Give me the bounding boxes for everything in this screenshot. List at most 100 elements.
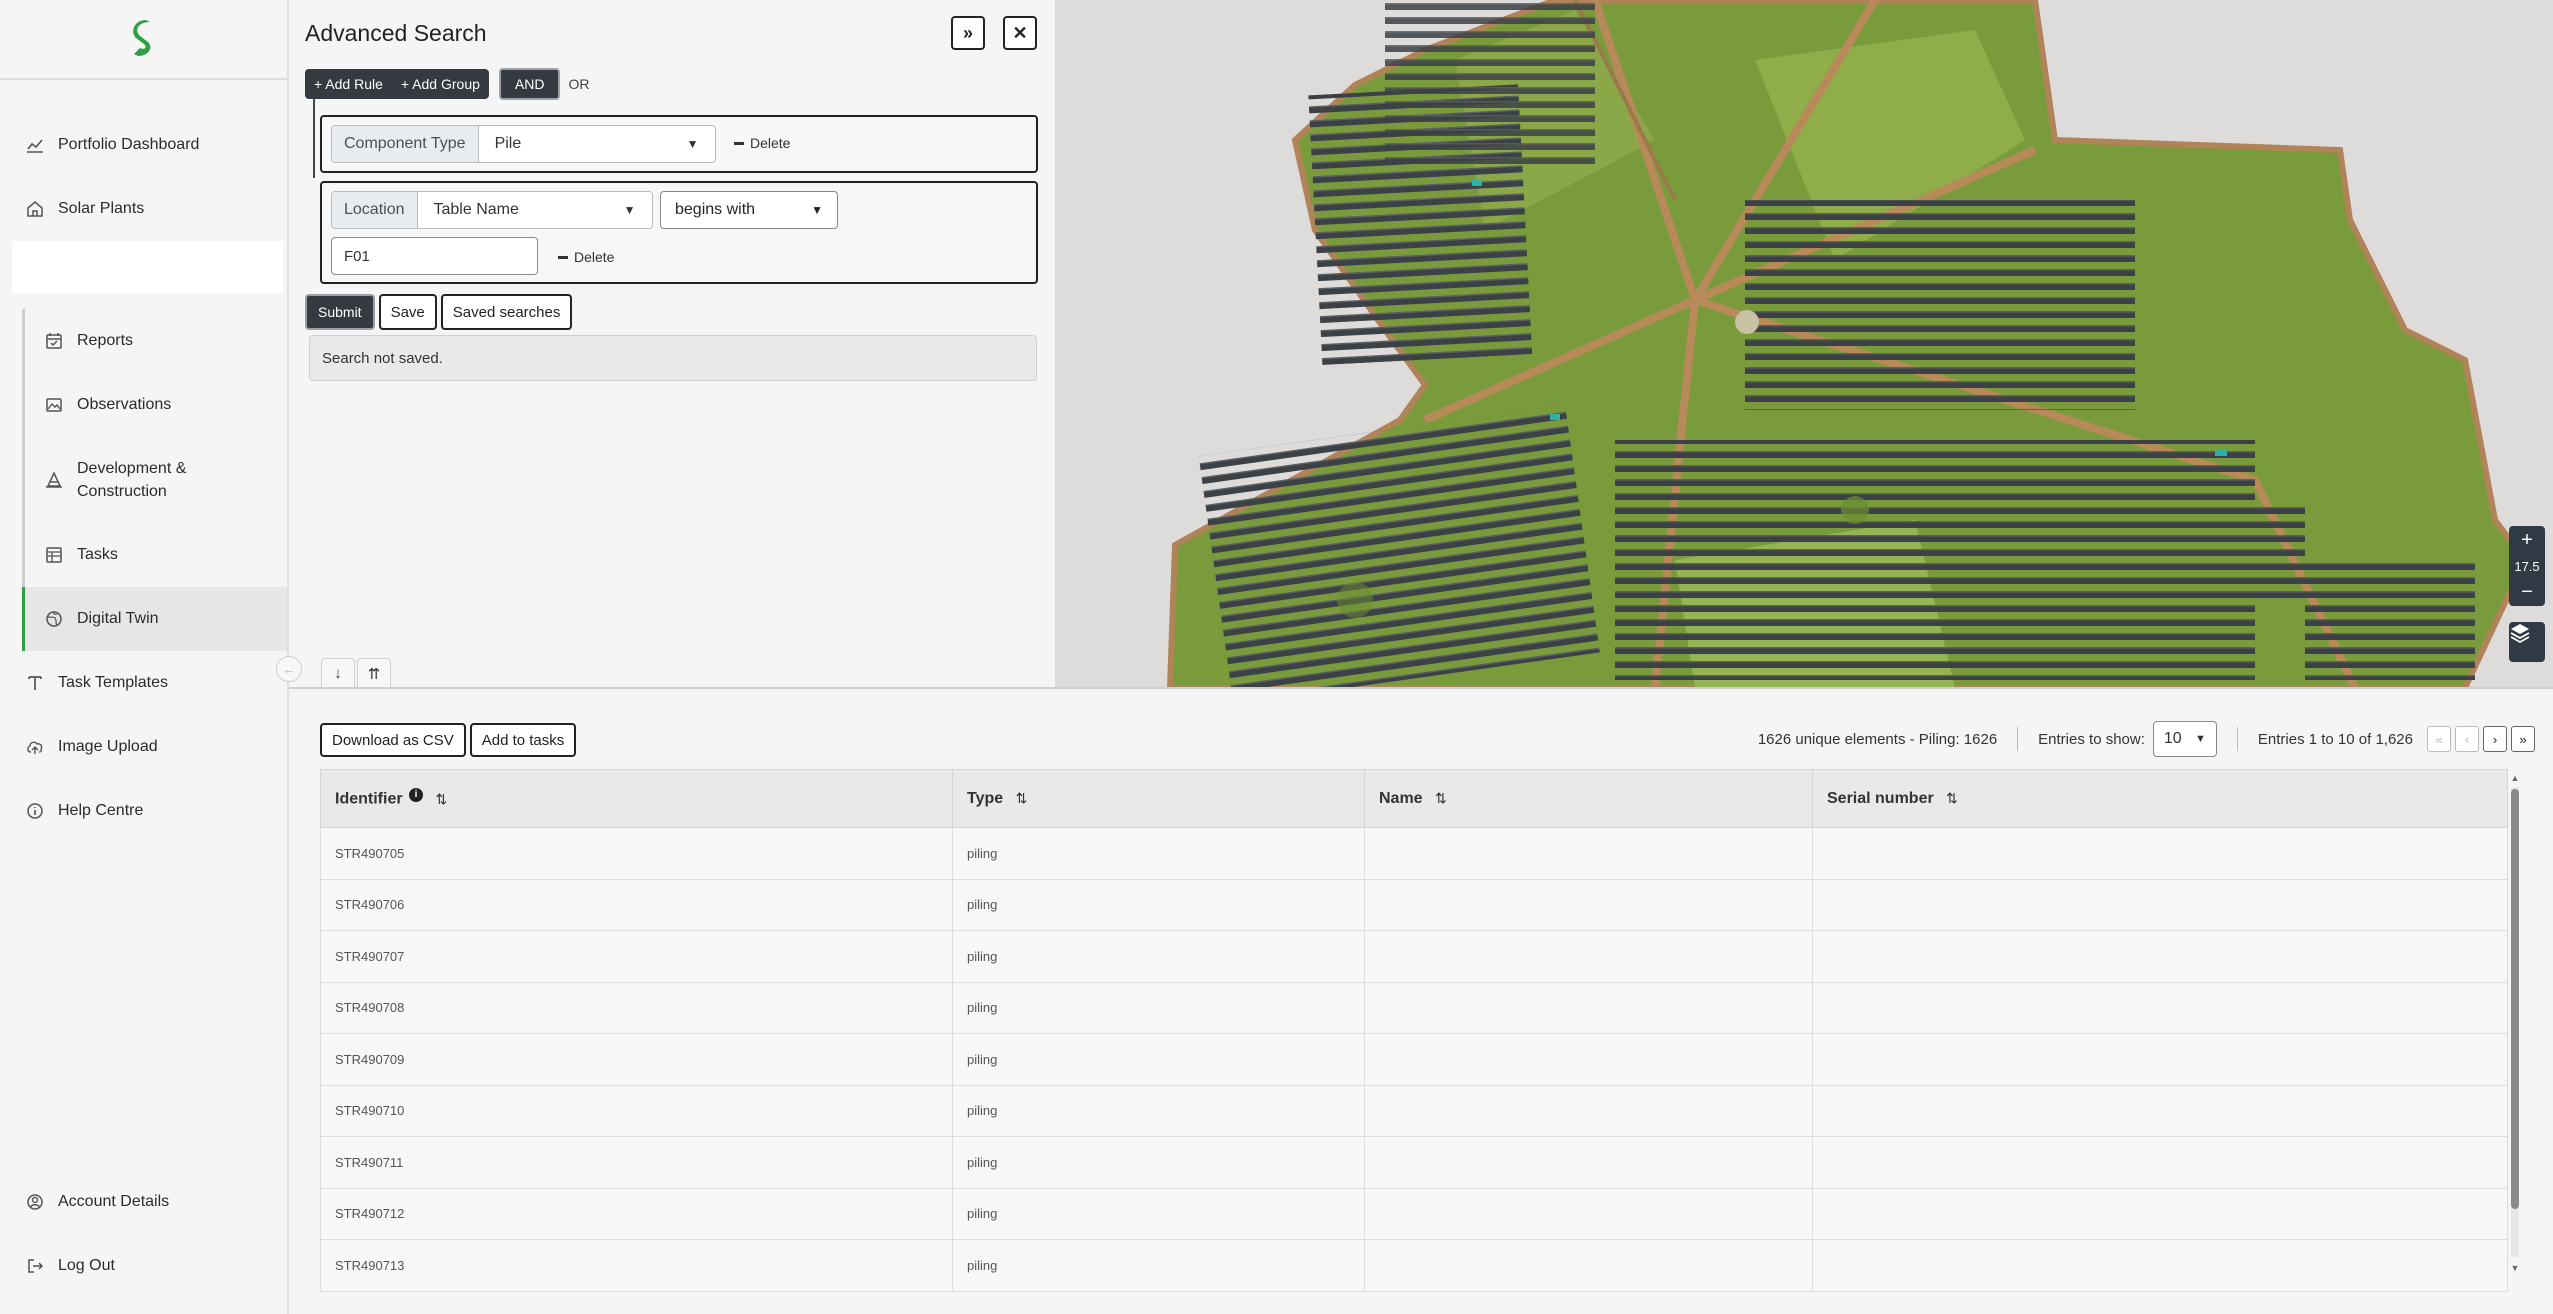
table-cell-serial [1812, 878, 2508, 931]
table-row[interactable]: STR490708 piling [320, 981, 2508, 1034]
download-csv-button[interactable]: Download as CSV [320, 723, 466, 757]
nav-image-upload[interactable]: Image Upload [0, 715, 287, 779]
add-group-button[interactable]: + Add Group [391, 69, 489, 99]
nav-label: Reports [77, 332, 134, 349]
delete-rule-button[interactable]: Delete [734, 135, 790, 151]
component-type-select[interactable]: Pile ▼ [478, 126, 715, 162]
location-value-input[interactable]: F01 [331, 237, 538, 275]
expand-panel-button[interactable]: » [951, 16, 985, 50]
nav-account-details[interactable]: Account Details [0, 1170, 287, 1234]
nav-help-centre[interactable]: Help Centre [0, 779, 287, 843]
last-page-button[interactable]: » [2511, 726, 2535, 752]
s-logo-icon[interactable] [130, 18, 158, 60]
add-to-tasks-button[interactable]: Add to tasks [469, 723, 577, 757]
scroll-up-icon[interactable]: ▲ [2509, 773, 2521, 783]
zoom-out-button[interactable]: − [2509, 578, 2545, 606]
pagination: « ‹ › » [2423, 726, 2535, 752]
column-label: Type [967, 789, 1004, 807]
double-arrow-up-tab[interactable]: ⇈ [357, 658, 391, 688]
table-cell-type: piling [952, 1136, 1365, 1189]
first-page-button[interactable]: « [2427, 726, 2451, 752]
sort-icon[interactable]: ⇅ [435, 791, 447, 808]
submit-button[interactable]: Submit [305, 294, 375, 330]
delete-rule-button[interactable]: Delete [558, 249, 614, 265]
save-button[interactable]: Save [378, 294, 437, 330]
minus-icon [734, 141, 744, 145]
nav-log-out[interactable]: Log Out [0, 1234, 287, 1298]
advanced-search-panel: Advanced Search » ✕ + Add Rule + Add Gro… [291, 0, 1055, 688]
table-cell-id: STR490709 [320, 1033, 953, 1086]
search-status-message: Search not saved. [309, 335, 1037, 381]
scroll-down-icon[interactable]: ▼ [2509, 1263, 2521, 1273]
table-row[interactable]: STR490712 piling [320, 1187, 2508, 1240]
table-row[interactable]: STR490705 piling [320, 827, 2508, 880]
zoom-in-button[interactable]: + [2509, 526, 2545, 554]
nav-tasks[interactable]: Tasks [25, 523, 287, 587]
plant-selector-blank[interactable] [12, 241, 283, 293]
close-panel-button[interactable]: ✕ [1003, 16, 1037, 50]
next-page-button[interactable]: › [2483, 726, 2507, 752]
nav-task-templates[interactable]: Task Templates [0, 651, 287, 715]
scroll-thumb[interactable] [2511, 789, 2519, 1209]
field-label: Component Type [332, 126, 479, 162]
nav-solar-plants[interactable]: Solar Plants [0, 177, 287, 241]
nav-label: Image Upload [58, 738, 158, 755]
sidebar-bottom: Account Details Log Out [0, 1170, 287, 1298]
nav-label: Solar Plants [58, 200, 145, 217]
column-serial-number[interactable]: Serial number ⇅ [1812, 769, 2508, 828]
arrow-down-tab[interactable]: ↓ [321, 658, 355, 688]
table-cell-type: piling [952, 981, 1365, 1034]
nav-digital-twin[interactable]: Digital Twin [22, 587, 287, 651]
table-body: STR490705 piling STR490706 piling STR490707 p… [320, 827, 2508, 1292]
chevron-down-icon: ▼ [811, 203, 823, 217]
nav-label: Account Details [58, 1193, 170, 1210]
double-chevron-right-icon: » [962, 22, 973, 43]
close-icon: ✕ [1012, 22, 1028, 43]
nav-development-construction[interactable]: Development & Construction [25, 437, 287, 523]
saved-searches-button[interactable]: Saved searches [440, 294, 573, 330]
nav-reports[interactable]: Reports [25, 309, 287, 373]
operator-select[interactable]: begins with ▼ [660, 191, 838, 229]
separator [2236, 727, 2238, 751]
aerial-imagery[interactable] [1055, 0, 2553, 688]
rule-tree-line [313, 98, 315, 178]
column-identifier[interactable]: Identifier i ⇅ [320, 769, 953, 828]
nav-label: Tasks [77, 546, 118, 563]
column-name[interactable]: Name ⇅ [1364, 769, 1813, 828]
sort-icon[interactable]: ⇅ [1946, 790, 1958, 807]
entries-select[interactable]: 10 ▼ [2152, 721, 2217, 757]
and-toggle[interactable]: AND [498, 68, 561, 100]
table-row[interactable]: STR490709 piling [320, 1033, 2508, 1086]
or-toggle[interactable]: OR [568, 76, 589, 92]
column-type[interactable]: Type ⇅ [952, 769, 1365, 828]
location-field-select[interactable]: Table Name ▼ [417, 192, 652, 228]
nav-label: Help Centre [58, 802, 144, 819]
table-cell-serial [1812, 827, 2508, 880]
results-table: Identifier i ⇅ Type ⇅ Name ⇅ Serial numb… [320, 769, 2508, 1292]
layers-icon [2510, 624, 2530, 644]
table-cell-id: STR490707 [320, 930, 953, 983]
table-cell-name [1364, 930, 1813, 983]
digital-twin-map[interactable]: + 17.5 − [1055, 0, 2553, 688]
minus-icon [558, 255, 568, 259]
info-icon[interactable]: i [409, 788, 424, 803]
entries-label: Entries to show: [2038, 730, 2145, 748]
column-label: Identifier [335, 790, 403, 808]
sidebar: Portfolio Dashboard Solar Plants Reports… [0, 0, 289, 1314]
layers-button[interactable] [2509, 622, 2545, 662]
table-row[interactable]: STR490707 piling [320, 930, 2508, 983]
table-row[interactable]: STR490711 piling [320, 1136, 2508, 1189]
table-row[interactable]: STR490706 piling [320, 878, 2508, 931]
sidebar-collapse-button[interactable]: ← [276, 656, 302, 682]
prev-page-button[interactable]: ‹ [2455, 726, 2479, 752]
table-row[interactable]: STR490713 piling [320, 1239, 2508, 1292]
sort-icon[interactable]: ⇅ [1435, 790, 1447, 807]
cloud-upload-icon [24, 736, 46, 758]
sort-icon[interactable]: ⇅ [1016, 790, 1028, 807]
zoom-level: 17.5 [2514, 558, 2540, 574]
table-row[interactable]: STR490710 piling [320, 1084, 2508, 1137]
nav-portfolio-dashboard[interactable]: Portfolio Dashboard [0, 113, 287, 177]
add-rule-button[interactable]: + Add Rule [305, 69, 392, 99]
table-scrollbar[interactable]: ▲ ▼ [2509, 773, 2521, 1277]
nav-observations[interactable]: Observations [25, 373, 287, 437]
